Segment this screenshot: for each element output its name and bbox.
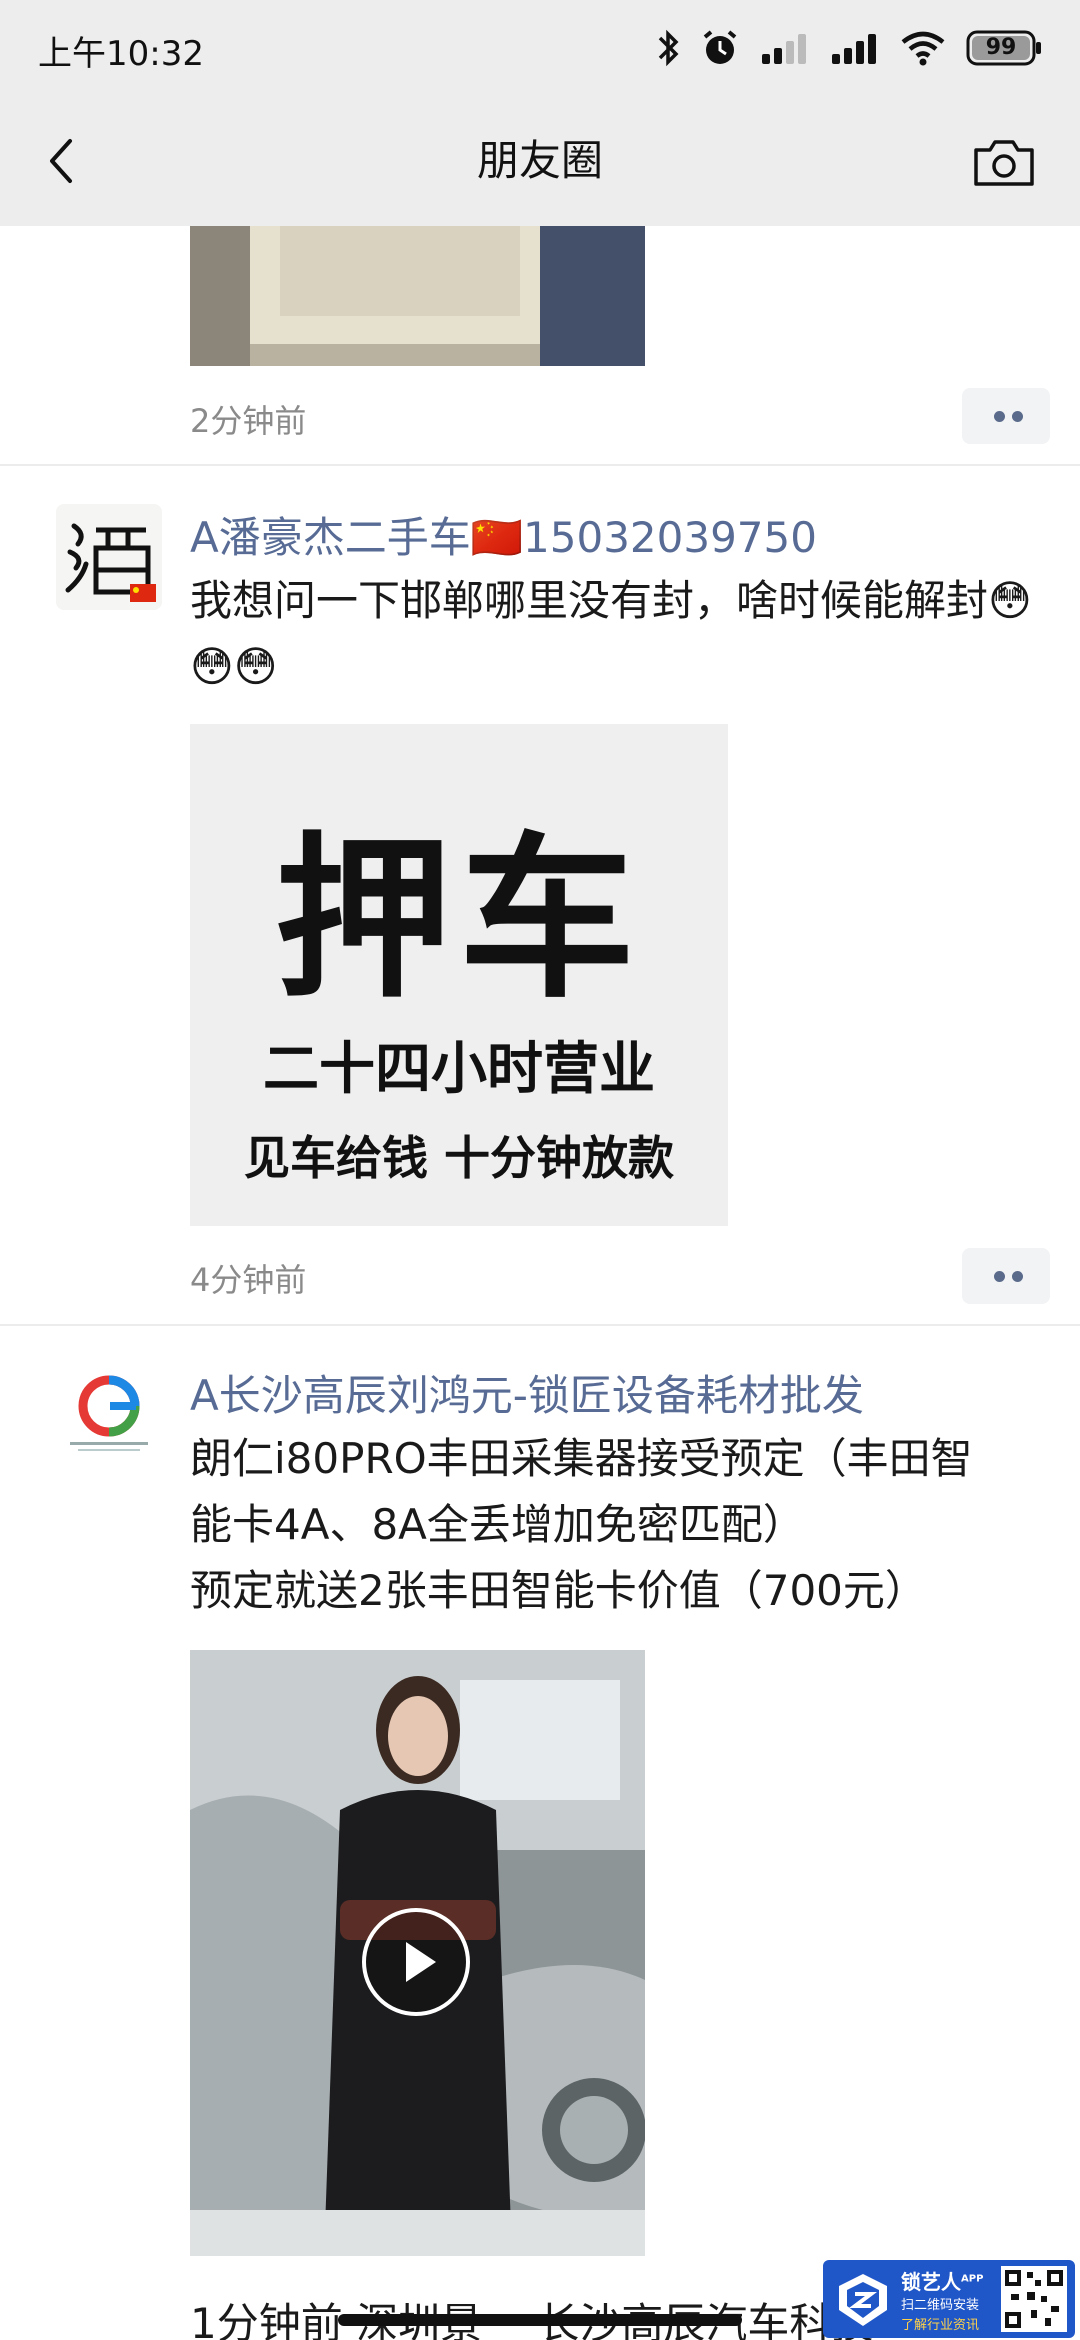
- post-divider: [0, 464, 1080, 466]
- status-icons: 99: [656, 26, 1044, 70]
- battery-level: 99: [985, 35, 1017, 60]
- post-divider: [0, 1324, 1080, 1326]
- post-image[interactable]: [190, 226, 645, 366]
- app-watermark: 锁艺人APP 扫二维码安装 了解行业资讯: [823, 2260, 1075, 2338]
- post-text: 朗仁i80PRO丰田采集器接受预定（丰田智 能卡4A、8A全丢增加免密匹配） 预…: [190, 1426, 1040, 1624]
- status-time: 上午10:32: [38, 34, 204, 74]
- battery-icon: 99: [966, 30, 1044, 66]
- status-bar: 上午10:32 99: [0, 0, 1080, 96]
- watermark-superscript: APP: [961, 2273, 984, 2285]
- more-button[interactable]: [962, 1248, 1050, 1304]
- post-text-line: 能卡4A、8A全丢增加免密匹配）: [190, 1500, 805, 1549]
- watermark-title-text: 锁艺人: [901, 2270, 961, 2294]
- signal-icon: [762, 34, 806, 64]
- image-line: 见车给钱 十分钟放款: [243, 1131, 674, 1185]
- watermark-line: 扫二维码安装: [901, 2298, 980, 2313]
- image-line: 二十四小时营业: [263, 1037, 655, 1102]
- post-text: 我想问一下邯郸哪里没有封，啥时候能解封😳😳😳: [190, 576, 1032, 691]
- bluetooth-icon: [658, 29, 679, 67]
- alarm-icon: [703, 30, 737, 64]
- post-image[interactable]: 押车 二十四小时营业 见车给钱 十分钟放款: [190, 724, 728, 1226]
- more-button[interactable]: [962, 388, 1050, 444]
- post-text-line: 预定就送2张丰田智能卡价值（700元）: [190, 1566, 927, 1615]
- post-video[interactable]: [190, 1650, 645, 2256]
- watermark-logo-icon: [839, 2274, 887, 2326]
- post-text-line: 朗仁i80PRO丰田采集器接受预定（丰田智: [190, 1434, 973, 1483]
- play-icon[interactable]: [362, 1908, 470, 2016]
- post-time: 4分钟前: [190, 1261, 307, 1299]
- signal-icon: [832, 34, 876, 64]
- camera-icon[interactable]: [972, 136, 1036, 188]
- watermark-title: 锁艺人APP: [901, 2266, 983, 2295]
- moments-page: 上午10:32 99 朋友圈 2分钟前 A潘豪杰二手车🇨🇳15032039750…: [0, 0, 1080, 2340]
- home-indicator[interactable]: [338, 2314, 742, 2326]
- more-dot: [994, 1271, 1005, 1282]
- post-time: 2分钟前: [190, 402, 307, 440]
- page-title: 朋友圈: [476, 136, 603, 185]
- image-headline: 押车: [274, 817, 643, 1022]
- nav-bar: 朋友圈: [0, 96, 1080, 226]
- wifi-icon: [901, 31, 945, 66]
- more-dot: [1012, 411, 1023, 422]
- watermark-line: 了解行业资讯: [901, 2318, 980, 2333]
- poster-name[interactable]: A长沙高辰刘鸿元-锁匠设备耗材批发: [190, 1362, 864, 1423]
- qr-code: [1001, 2266, 1067, 2332]
- avatar[interactable]: [56, 504, 162, 610]
- more-dot: [1012, 1271, 1023, 1282]
- avatar[interactable]: [56, 1358, 162, 1464]
- more-dot: [994, 411, 1005, 422]
- poster-name[interactable]: A潘豪杰二手车🇨🇳15032039750: [190, 504, 817, 565]
